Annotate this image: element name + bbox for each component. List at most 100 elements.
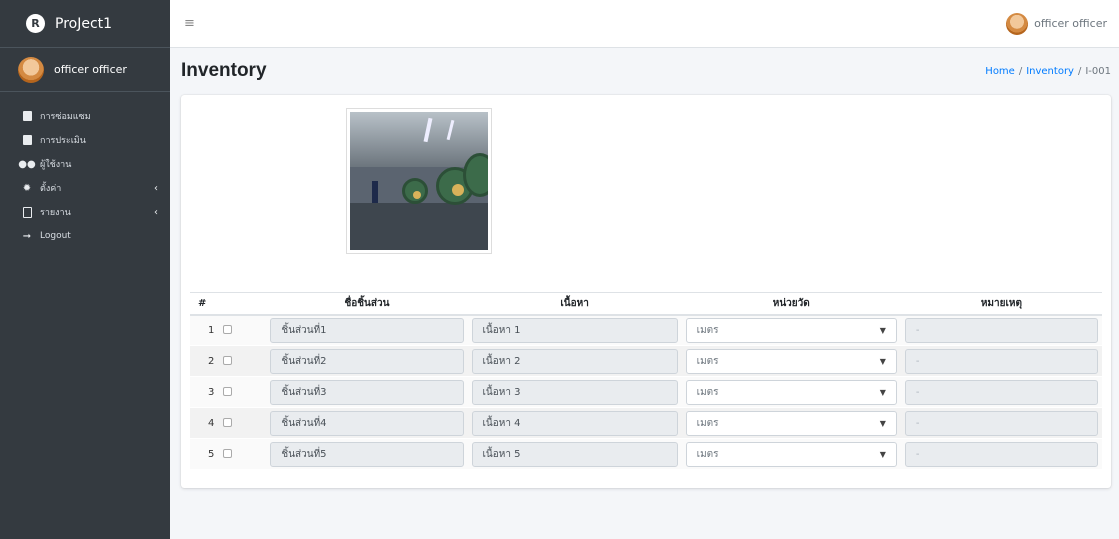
part-name-field[interactable]: ชิ้นส่วนที่4: [270, 410, 464, 436]
unit-cell: เมตร ▼: [681, 438, 901, 470]
content-field[interactable]: เนื้อหา 2: [471, 348, 678, 374]
row-checkbox[interactable]: [223, 356, 233, 365]
row-number: 3: [190, 376, 224, 408]
brand-link[interactable]: R ProJect1: [0, 0, 170, 48]
part-name-field[interactable]: ชิ้นส่วนที่1: [270, 317, 464, 343]
column-header-unit: หน่วยวัด: [681, 292, 901, 316]
row-checkbox[interactable]: [223, 387, 233, 396]
sidebar-item-users[interactable]: ●● ผู้ใช้งาน: [0, 152, 170, 176]
unit-select[interactable]: เมตร ▼: [685, 441, 897, 467]
unit-select[interactable]: เมตร ▼: [685, 317, 897, 343]
sidebar-item-settings[interactable]: ✹ ตั้งค่า ‹: [0, 176, 170, 200]
top-navbar: ≡ officer officer: [170, 0, 1119, 48]
table-row: 4 ชิ้นส่วนที่4 เนื้อหา 4 เมตร ▼ -: [190, 407, 1102, 439]
part-name-field[interactable]: ชิ้นส่วนที่3: [270, 379, 464, 405]
table-row: 1 ชิ้นส่วนที่1 เนื้อหา 1 เมตร ▼ -: [190, 314, 1102, 346]
note-field[interactable]: -: [904, 379, 1098, 405]
note-cell: -: [900, 376, 1102, 408]
row-checkbox[interactable]: [223, 325, 233, 335]
content-field[interactable]: เนื้อหา 5: [471, 441, 678, 467]
sidebar-item-label: การซ่อมแซม: [40, 112, 91, 122]
content-field[interactable]: เนื้อหา 3: [471, 379, 678, 405]
content-cell: เนื้อหา 1: [467, 314, 682, 346]
part-name-cell: ชิ้นส่วนที่4: [266, 407, 468, 439]
column-header-content: เนื้อหา: [467, 292, 682, 316]
row-checkbox[interactable]: [223, 418, 233, 427]
sidebar-item-label: ผู้ใช้งาน: [40, 160, 72, 170]
unit-select[interactable]: เมตร ▼: [685, 410, 897, 436]
users-icon: ●●: [18, 158, 36, 170]
sidebar-item-reports[interactable]: รายงาน ‹: [0, 200, 170, 224]
unit-select[interactable]: เมตร ▼: [685, 348, 897, 374]
unit-select-value: เมตร: [696, 448, 719, 460]
breadcrumb-home-link[interactable]: Home: [985, 66, 1015, 77]
sidebar-menu: การซ่อมแซม การประเมิน ●● ผู้ใช้งาน ✹ ตั้…: [0, 92, 170, 248]
unit-select-value: เมตร: [696, 386, 719, 398]
unit-select-value: เมตร: [696, 355, 719, 367]
breadcrumb-current: I-001: [1085, 66, 1111, 77]
unit-cell: เมตร ▼: [681, 345, 901, 377]
note-field[interactable]: -: [904, 441, 1098, 467]
breadcrumb: Home / Inventory / I-001: [985, 66, 1111, 77]
column-header-part-name: ชื่อชิ้นส่วน: [266, 292, 468, 316]
unit-cell: เมตร ▼: [681, 376, 901, 408]
sidebar-user-panel[interactable]: officer officer: [0, 48, 170, 92]
row-checkbox-cell: [223, 376, 267, 408]
row-checkbox-cell: [223, 314, 267, 346]
table-row: 5 ชิ้นส่วนที่5 เนื้อหา 5 เมตร ▼ -: [190, 438, 1102, 470]
note-field[interactable]: -: [904, 348, 1098, 374]
table-row: 3 ชิ้นส่วนที่3 เนื้อหา 3 เมตร ▼ -: [190, 376, 1102, 408]
top-user-menu[interactable]: officer officer: [1006, 12, 1107, 35]
page-title: Inventory: [181, 60, 267, 81]
sidebar: R ProJect1 officer officer การซ่อมแซม กา…: [0, 0, 170, 539]
unit-select-value: เมตร: [696, 417, 719, 429]
breadcrumb-separator: /: [1018, 66, 1023, 77]
part-name-field[interactable]: ชิ้นส่วนที่5: [270, 441, 464, 467]
part-name-field[interactable]: ชิ้นส่วนที่2: [270, 348, 464, 374]
caret-down-icon: ▼: [879, 387, 886, 397]
row-checkbox[interactable]: [223, 449, 233, 458]
chevron-left-icon: ‹: [154, 206, 158, 218]
brand-name: ProJect1: [55, 15, 113, 32]
avatar: [1006, 12, 1029, 35]
column-header-note: หมายเหตุ: [900, 292, 1102, 316]
avatar: [18, 56, 44, 83]
sidebar-item-label: รายงาน: [40, 208, 71, 218]
part-name-cell: ชิ้นส่วนที่5: [266, 438, 468, 470]
note-cell: -: [900, 314, 1102, 346]
unit-select[interactable]: เมตร ▼: [685, 379, 897, 405]
inventory-image: [346, 108, 492, 254]
sidebar-item-evaluation[interactable]: การประเมิน: [0, 128, 170, 152]
breadcrumb-separator: /: [1077, 66, 1082, 77]
sidebar-item-label: ตั้งค่า: [40, 184, 62, 194]
content-field[interactable]: เนื้อหา 4: [471, 410, 678, 436]
sidebar-user-name: officer officer: [54, 63, 127, 76]
content-cell: เนื้อหา 4: [467, 407, 682, 439]
row-checkbox-cell: [223, 407, 267, 439]
top-user-name: officer officer: [1034, 17, 1107, 30]
unit-select-value: เมตร: [696, 324, 719, 336]
sidebar-item-logout[interactable]: ➞ Logout: [0, 224, 170, 248]
file-report-icon: [21, 206, 33, 218]
gear-icon: ✹: [22, 182, 32, 194]
chevron-left-icon: ‹: [154, 182, 158, 194]
content-cell: เนื้อหา 2: [467, 345, 682, 377]
caret-down-icon: ▼: [879, 449, 886, 459]
row-number: 5: [190, 438, 224, 470]
caret-down-icon: ▼: [879, 356, 886, 366]
sidebar-item-repair[interactable]: การซ่อมแซม: [0, 104, 170, 128]
part-name-cell: ชิ้นส่วนที่2: [266, 345, 468, 377]
note-field[interactable]: -: [904, 410, 1098, 436]
row-number: 1: [190, 314, 224, 346]
content-field[interactable]: เนื้อหา 1: [471, 317, 678, 343]
unit-cell: เมตร ▼: [681, 314, 901, 346]
check-square-icon: [21, 135, 33, 146]
note-field[interactable]: -: [904, 317, 1098, 343]
hamburger-menu-icon[interactable]: ≡: [184, 16, 195, 31]
breadcrumb-inventory-link[interactable]: Inventory: [1026, 66, 1074, 77]
table-row: 2 ชิ้นส่วนที่2 เนื้อหา 2 เมตร ▼ -: [190, 345, 1102, 377]
row-checkbox-cell: [223, 438, 267, 470]
unit-cell: เมตร ▼: [681, 407, 901, 439]
brand-logo-icon: R: [26, 14, 45, 33]
note-cell: -: [900, 438, 1102, 470]
